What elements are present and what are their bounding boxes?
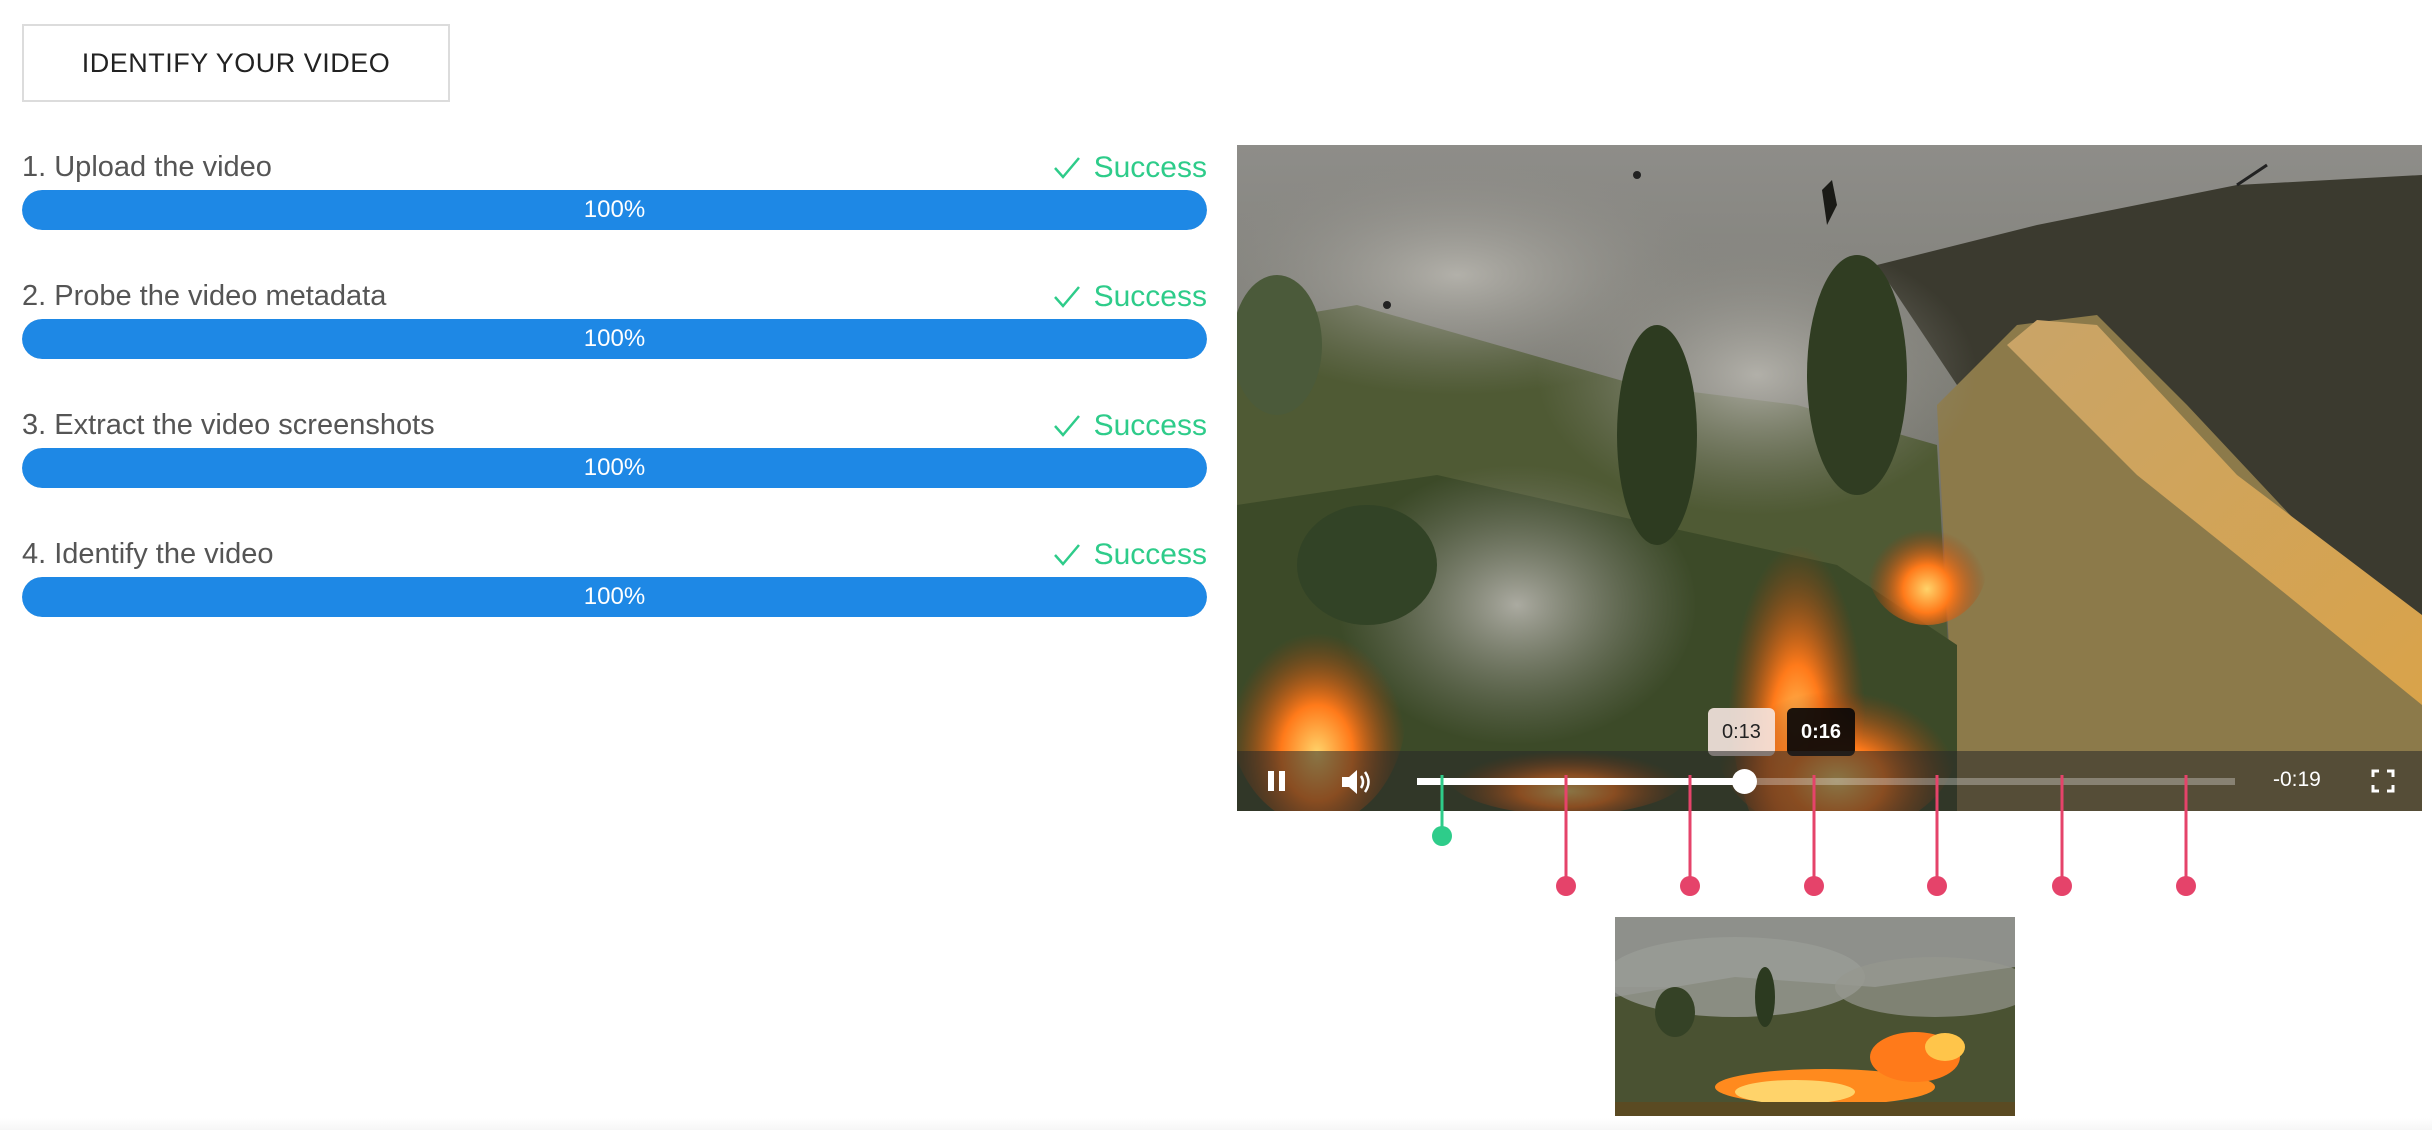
identify-your-video-button[interactable]: IDENTIFY YOUR VIDEO bbox=[22, 24, 450, 102]
seek-bar[interactable] bbox=[1417, 769, 2235, 794]
step-label: 1. Upload the video bbox=[22, 151, 272, 183]
check-icon bbox=[1053, 544, 1080, 566]
progress-bar: 100% bbox=[22, 448, 1207, 488]
page-footer-shadow bbox=[0, 1118, 2432, 1130]
step-status: Success bbox=[1052, 409, 1207, 443]
check-icon bbox=[1053, 286, 1080, 308]
seek-hover-tooltip: 0:13 bbox=[1708, 708, 1775, 756]
identify-page: IDENTIFY YOUR VIDEO 1. Upload the video … bbox=[0, 0, 2432, 1130]
step-status: Success bbox=[1052, 280, 1207, 314]
video-controls: -0:19 bbox=[1237, 751, 2422, 811]
progress-bar: 100% bbox=[22, 190, 1207, 230]
step-upload: 1. Upload the video Success 100% bbox=[22, 151, 1207, 233]
status-text: Success bbox=[1093, 409, 1207, 442]
video-player[interactable]: 0:13 0:16 -0:19 bbox=[1237, 145, 2422, 811]
time-remaining: -0:19 bbox=[2273, 768, 2321, 791]
step-status: Success bbox=[1052, 151, 1207, 185]
progress-text: 100% bbox=[583, 196, 646, 223]
seek-progress bbox=[1417, 778, 1745, 785]
progress-bar: 100% bbox=[22, 577, 1207, 617]
seek-handle[interactable] bbox=[1732, 769, 1758, 794]
progress-text: 100% bbox=[583, 325, 646, 352]
seek-time-tooltip: 0:16 bbox=[1787, 708, 1856, 756]
pause-icon[interactable] bbox=[1265, 769, 1289, 793]
progress-text: 100% bbox=[583, 583, 646, 610]
progress-bar: 100% bbox=[22, 319, 1207, 359]
status-text: Success bbox=[1093, 538, 1207, 571]
check-icon bbox=[1053, 415, 1080, 437]
thumbnail-image bbox=[1615, 917, 2015, 1116]
step-label: 3. Extract the video screenshots bbox=[22, 409, 435, 441]
check-icon bbox=[1053, 157, 1080, 179]
step-status: Success bbox=[1052, 538, 1207, 572]
step-identify: 4. Identify the video Success 100% bbox=[22, 538, 1207, 620]
progress-text: 100% bbox=[583, 454, 646, 481]
volume-icon[interactable] bbox=[1340, 767, 1374, 797]
step-probe: 2. Probe the video metadata Success 100% bbox=[22, 280, 1207, 362]
status-text: Success bbox=[1093, 280, 1207, 313]
fullscreen-icon[interactable] bbox=[2371, 769, 2395, 793]
step-label: 2. Probe the video metadata bbox=[22, 280, 387, 312]
status-text: Success bbox=[1093, 151, 1207, 184]
screenshot-thumbnail[interactable] bbox=[1615, 917, 2015, 1116]
step-extract: 3. Extract the video screenshots Success… bbox=[22, 409, 1207, 491]
step-label: 4. Identify the video bbox=[22, 538, 274, 570]
